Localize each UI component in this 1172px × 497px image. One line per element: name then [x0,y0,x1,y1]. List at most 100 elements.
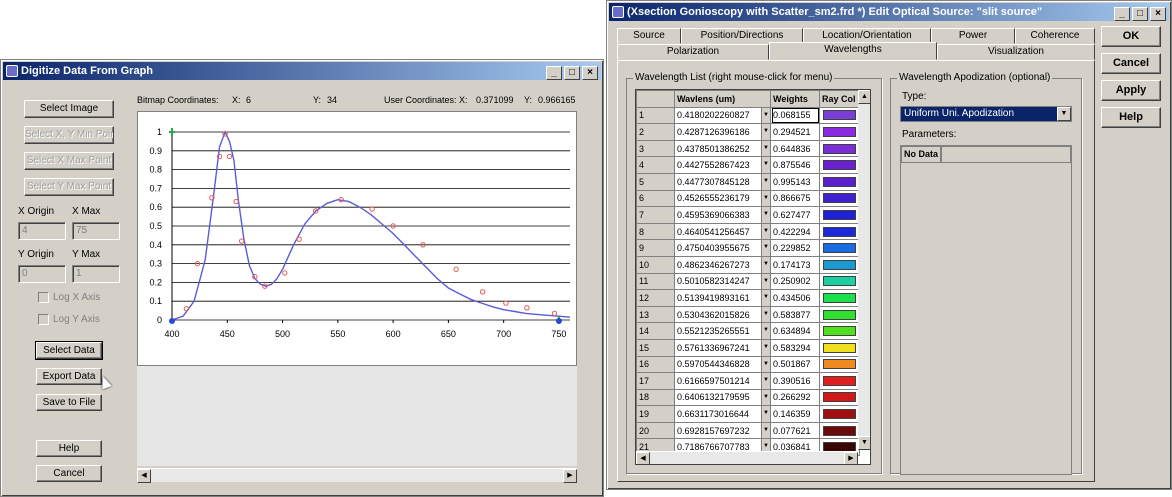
row-number[interactable]: 18 [636,388,675,407]
weight-cell[interactable]: 0.068155 [770,106,820,125]
table-row[interactable]: 3 0.4378501386252 ▼ 0.644836 [636,139,860,158]
chevron-down-icon[interactable]: ▼ [761,157,770,173]
scroll-up-arrow-icon[interactable]: ▲ [858,90,870,104]
wavlens-column-header[interactable]: Wavlens (um) [674,90,771,108]
ray-color-column-header[interactable]: Ray Col [819,90,860,108]
scroll-right-arrow-icon[interactable]: ▶ [844,452,858,464]
row-number[interactable]: 1 [636,106,675,125]
weight-cell[interactable]: 0.077621 [770,421,820,440]
ray-color-cell[interactable] [819,355,860,374]
chevron-down-icon[interactable]: ▼ [761,108,770,123]
select-x-max-button[interactable]: Select X Max Point [24,152,114,170]
table-row[interactable]: 12 0.5139419893161 ▼ 0.434506 [636,289,860,307]
row-number[interactable]: 11 [636,272,675,291]
chevron-down-icon[interactable]: ▼ [761,307,770,322]
log-x-axis-checkbox[interactable]: Log X Axis [38,292,100,303]
weight-cell[interactable]: 0.174173 [770,255,820,274]
scroll-right-arrow-icon[interactable]: ▶ [563,469,577,483]
table-row[interactable]: 5 0.4477307845128 ▼ 0.995143 [636,172,860,191]
spectrum-chart[interactable]: 0 0.1 0.2 0.3 0.4 0.5 0.6 0.7 0.8 0.9 1 400 450 500 55… [138,112,576,365]
ray-color-cell[interactable] [819,322,860,340]
row-number[interactable]: 2 [636,123,675,141]
select-data-button[interactable]: Select Data [35,341,103,360]
table-row[interactable]: 8 0.4640541256457 ▼ 0.422294 [636,222,860,241]
table-row[interactable]: 9 0.4750403955675 ▼ 0.229852 [636,239,860,257]
tab-visualization[interactable]: Visualization [937,44,1095,60]
weight-cell[interactable]: 0.501867 [770,355,820,374]
ray-color-cell[interactable] [819,123,860,141]
row-number[interactable]: 4 [636,156,675,174]
wavelength-cell[interactable]: 0.6406132179595 ▼ [674,388,771,407]
wavelength-cell[interactable]: 0.4595369066383 ▼ [674,206,771,224]
maximize-button[interactable]: □ [564,66,580,80]
weight-cell[interactable]: 0.390516 [770,372,820,390]
apodization-type-select[interactable]: Uniform Uni. Apodization ▼ [900,106,1072,122]
wavelength-cell[interactable]: 0.4862346267273 ▼ [674,255,771,274]
table-row[interactable]: 16 0.5970544346828 ▼ 0.501867 [636,355,860,374]
wavelength-cell[interactable]: 0.4526555236179 ▼ [674,189,771,208]
wavelength-cell[interactable]: 0.5304362015826 ▼ [674,305,771,324]
row-number[interactable]: 6 [636,189,675,208]
minimize-button[interactable]: _ [546,66,562,80]
wavelength-cell[interactable]: 0.6631173016644 ▼ [674,405,771,423]
chevron-down-icon[interactable]: ▼ [761,124,770,140]
ray-color-cell[interactable] [819,206,860,224]
weight-cell[interactable]: 0.266292 [770,388,820,407]
weight-cell[interactable]: 0.644836 [770,139,820,158]
row-number[interactable]: 17 [636,372,675,390]
ray-color-cell[interactable] [819,272,860,291]
table-row[interactable]: 7 0.4595369066383 ▼ 0.627477 [636,206,860,224]
chevron-down-icon[interactable]: ▼ [761,141,770,156]
table-row[interactable]: 4 0.4427552867423 ▼ 0.875546 [636,156,860,174]
table-vertical-scrollbar[interactable]: ▲ ▼ [858,90,870,450]
weight-cell[interactable]: 0.995143 [770,172,820,191]
table-row[interactable]: 20 0.6928157697232 ▼ 0.077621 [636,421,860,440]
parameters-table[interactable]: No Data [900,145,1072,475]
cancel-button[interactable]: Cancel [36,465,102,482]
ray-color-cell[interactable] [819,156,860,174]
chevron-down-icon[interactable]: ▼ [761,423,770,438]
ray-color-cell[interactable] [819,338,860,357]
chevron-down-icon[interactable]: ▼ [761,240,770,256]
ray-color-cell[interactable] [819,189,860,208]
close-button[interactable]: × [1150,7,1166,21]
weights-column-header[interactable]: Weights [770,90,820,108]
weight-cell[interactable]: 0.583294 [770,338,820,357]
wavelength-cell[interactable]: 0.4427552867423 ▼ [674,156,771,174]
row-number[interactable]: 3 [636,139,675,158]
table-row[interactable]: 14 0.5521235265551 ▼ 0.634894 [636,322,860,340]
select-y-max-button[interactable]: Select Y Max Point [24,178,114,196]
table-row[interactable]: 15 0.5761336967241 ▼ 0.583294 [636,338,860,357]
tab-polarization[interactable]: Polarization [617,44,769,60]
weight-cell[interactable]: 0.627477 [770,206,820,224]
row-number[interactable]: 20 [636,421,675,440]
table-row[interactable]: 6 0.4526555236179 ▼ 0.866675 [636,189,860,208]
table-row[interactable]: 1 0.4180202260827 ▼ 0.068155 [636,106,860,125]
tab-coherence[interactable]: Coherence [1015,28,1095,44]
weight-cell[interactable]: 0.422294 [770,222,820,241]
tab-source[interactable]: Source [617,28,681,44]
tab-wavelengths[interactable]: Wavelengths [769,42,937,60]
scroll-down-arrow-icon[interactable]: ▼ [858,436,870,450]
apply-button[interactable]: Apply [1101,80,1161,101]
cancel-button[interactable]: Cancel [1101,53,1161,74]
ray-color-cell[interactable] [819,255,860,274]
weight-cell[interactable]: 0.294521 [770,123,820,141]
row-number[interactable]: 15 [636,338,675,357]
wavelength-cell[interactable]: 0.6166597501214 ▼ [674,372,771,390]
minimize-button[interactable]: _ [1114,7,1130,21]
chevron-down-icon[interactable]: ▼ [761,274,770,289]
row-number[interactable]: 19 [636,405,675,423]
ray-color-cell[interactable] [819,239,860,257]
wavelength-cell[interactable]: 0.4287126396186 ▼ [674,123,771,141]
table-row[interactable]: 10 0.4862346267273 ▼ 0.174173 [636,255,860,274]
chevron-down-icon[interactable]: ▼ [761,390,770,405]
ok-button[interactable]: OK [1101,26,1161,47]
table-row[interactable]: 2 0.4287126396186 ▼ 0.294521 [636,123,860,141]
y-max-field[interactable]: 1 [72,265,120,283]
weight-cell[interactable]: 0.875546 [770,156,820,174]
row-number[interactable]: 10 [636,255,675,274]
table-row[interactable]: 18 0.6406132179595 ▼ 0.266292 [636,388,860,407]
wavelength-cell[interactable]: 0.5970544346828 ▼ [674,355,771,374]
ray-color-cell[interactable] [819,388,860,407]
